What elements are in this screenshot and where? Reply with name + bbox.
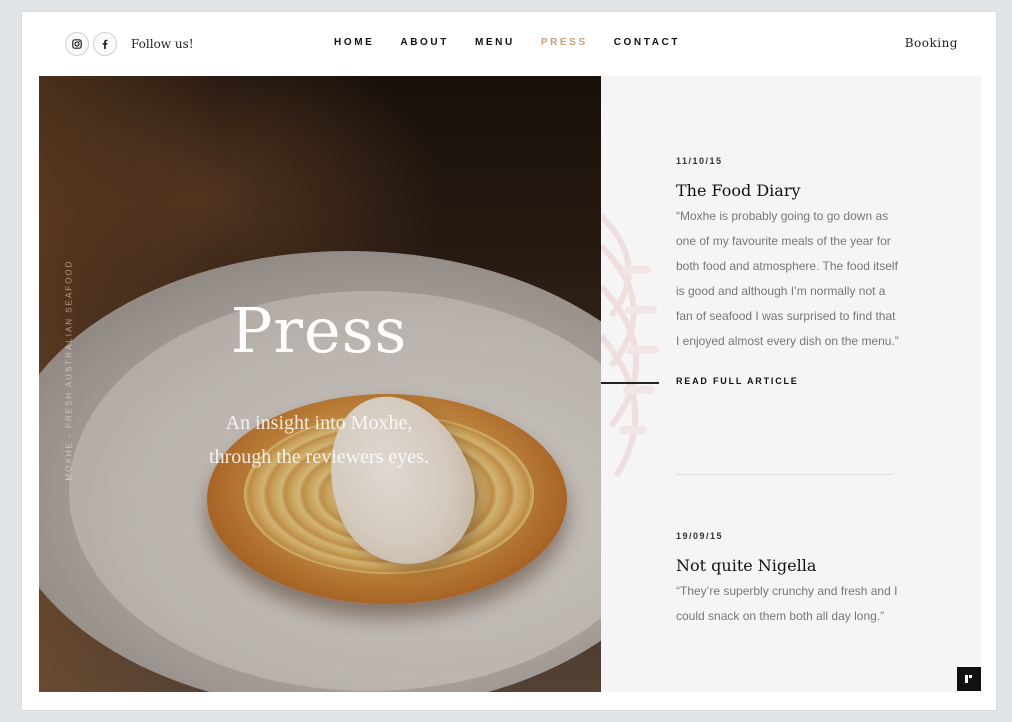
hero-overlay — [39, 76, 601, 692]
hero-image: Moxhe - Fresh Australian Seafood Press A… — [39, 76, 601, 692]
main-nav: HOME ABOUT MENU PRESS CONTACT — [334, 37, 706, 48]
read-full-article-link[interactable]: READ FULL ARTICLE — [676, 376, 799, 386]
subtitle-line-2: through the reviewers eyes. — [209, 446, 429, 468]
slider-indicator — [601, 382, 659, 384]
instagram-icon[interactable] — [65, 32, 89, 56]
press-panel: 11/10/15 The Food Diary “Moxhe is probab… — [601, 76, 981, 692]
press-article: 11/10/15 The Food Diary “Moxhe is probab… — [676, 156, 901, 389]
corner-logo-icon[interactable] — [957, 667, 981, 691]
facebook-icon[interactable] — [93, 32, 117, 56]
nav-press[interactable]: PRESS — [541, 37, 588, 48]
press-article: 19/09/15 Not quite Nigella “They’re supe… — [676, 531, 901, 629]
social-links: Follow us! — [65, 32, 194, 56]
shell-watermark-icon — [601, 213, 659, 478]
site-header: Follow us! HOME ABOUT MENU PRESS CONTACT… — [22, 12, 996, 76]
nav-about[interactable]: ABOUT — [400, 37, 449, 48]
article-quote: “Moxhe is probably going to go down as o… — [676, 209, 899, 348]
nav-menu[interactable]: MENU — [475, 37, 515, 48]
nav-home[interactable]: HOME — [334, 37, 374, 48]
nav-contact[interactable]: CONTACT — [614, 37, 680, 48]
article-date: 11/10/15 — [676, 156, 723, 166]
page-title: Press — [230, 294, 408, 367]
booking-link[interactable]: Booking — [905, 36, 958, 50]
article-quote: “They’re superbly crunchy and fresh and … — [676, 584, 898, 623]
page-frame: Follow us! HOME ABOUT MENU PRESS CONTACT… — [22, 12, 996, 710]
page-subtitle: An insight into Moxhe, through the revie… — [169, 406, 469, 474]
article-date: 19/09/15 — [676, 531, 724, 541]
subtitle-line-1: An insight into Moxhe, — [225, 412, 413, 434]
article-divider — [676, 474, 893, 475]
article-title[interactable]: Not quite Nigella — [676, 556, 901, 575]
article-title[interactable]: The Food Diary — [676, 181, 901, 200]
follow-us-label: Follow us! — [131, 37, 194, 51]
